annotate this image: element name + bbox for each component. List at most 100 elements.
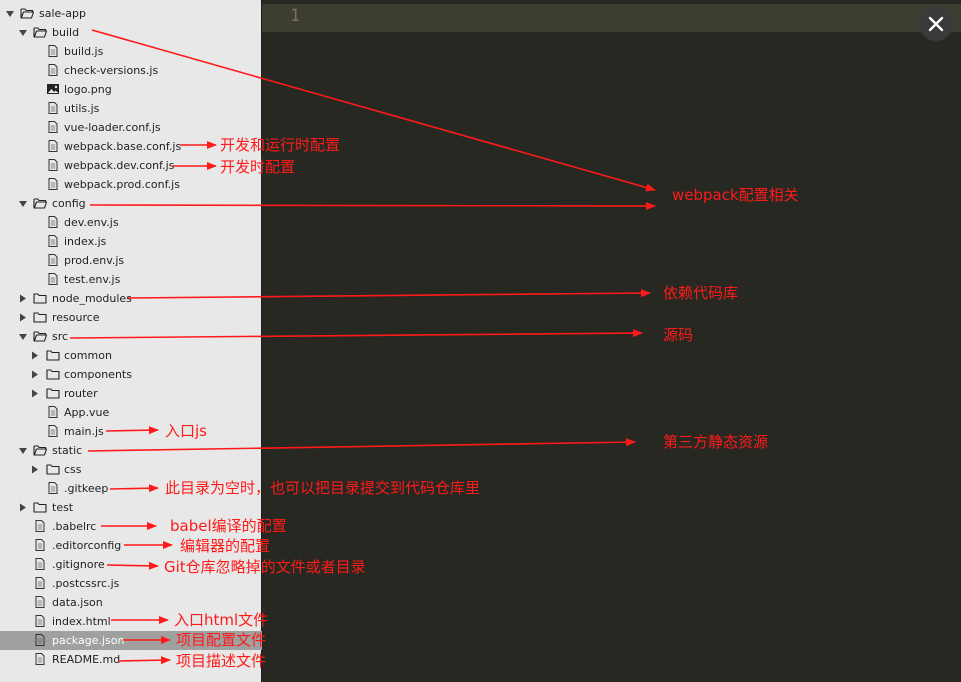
annotation-src: 源码 <box>663 326 694 344</box>
expand-arrow-down-icon[interactable] <box>18 327 28 346</box>
annotation-gitkeep: 此目录为空时，也可以把目录提交到代码仓库里 <box>165 479 481 497</box>
close-icon <box>928 16 944 32</box>
line-number: 1 <box>290 6 301 26</box>
folder-icon <box>46 462 60 476</box>
file-item[interactable]: check-versions.js <box>0 61 262 80</box>
folder-icon <box>46 386 60 400</box>
tree-item-label: webpack.prod.conf.js <box>64 178 180 191</box>
file-item[interactable]: data.json <box>0 593 262 612</box>
tree-item-label: check-versions.js <box>64 64 159 77</box>
expand-arrow-right-icon[interactable] <box>30 365 40 384</box>
tree-item-label: App.vue <box>64 406 110 419</box>
file-icon <box>33 595 47 609</box>
file-item[interactable]: prod.env.js <box>0 251 262 270</box>
file-item[interactable]: logo.png <box>0 80 262 99</box>
annotation-webpack-dev: 开发时配置 <box>220 158 296 176</box>
folder-item[interactable]: static <box>0 441 262 460</box>
expand-arrow-right-icon[interactable] <box>18 289 28 308</box>
annotation-static: 第三方静态资源 <box>663 433 769 451</box>
tree-item-label: config <box>52 197 86 210</box>
tree-item-label: sale-app <box>39 7 86 20</box>
file-item[interactable]: utils.js <box>0 99 262 118</box>
file-item[interactable]: App.vue <box>0 403 262 422</box>
tree-item-label: package.json <box>52 634 125 647</box>
file-icon <box>46 424 60 438</box>
editor-pane[interactable]: 1 <box>262 0 961 682</box>
file-item[interactable]: test.env.js <box>0 270 262 289</box>
file-item[interactable]: .postcssrc.js <box>0 574 262 593</box>
tree-item-label: node_modules <box>52 292 132 305</box>
file-icon <box>46 481 60 495</box>
folder-item[interactable]: router <box>0 384 262 403</box>
file-icon <box>33 557 47 571</box>
folder-item[interactable]: sale-app <box>0 4 262 23</box>
folder-item[interactable]: css <box>0 460 262 479</box>
folder-item[interactable]: config <box>0 194 262 213</box>
tree-item-label: build.js <box>64 45 104 58</box>
file-icon <box>46 120 60 134</box>
expand-arrow-right-icon[interactable] <box>30 346 40 365</box>
expand-arrow-right-icon[interactable] <box>30 460 40 479</box>
expand-arrow-right-icon[interactable] <box>18 308 28 327</box>
annotation-package: 项目配置文件 <box>176 631 267 649</box>
folder-item[interactable]: src <box>0 327 262 346</box>
folder-open-icon <box>33 443 48 457</box>
file-icon <box>33 519 47 533</box>
folder-open-icon <box>33 329 48 343</box>
folder-item[interactable]: components <box>0 365 262 384</box>
expand-arrow-right-icon[interactable] <box>30 384 40 403</box>
file-icon <box>33 576 47 590</box>
annotation-node-modules: 依赖代码库 <box>663 284 739 302</box>
file-item[interactable]: dev.env.js <box>0 213 262 232</box>
file-icon <box>46 405 60 419</box>
tree-item-label: .gitkeep <box>64 482 109 495</box>
folder-item[interactable]: resource <box>0 308 262 327</box>
expand-arrow-down-icon[interactable] <box>5 4 15 23</box>
folder-item[interactable]: build <box>0 23 262 42</box>
image-file-icon <box>46 82 60 96</box>
file-icon <box>33 652 47 666</box>
tree-item-label: dev.env.js <box>64 216 119 229</box>
file-item[interactable]: build.js <box>0 42 262 61</box>
file-item[interactable]: vue-loader.conf.js <box>0 118 262 137</box>
tree-item-label: static <box>52 444 83 457</box>
tree-item-label: webpack.dev.conf.js <box>64 159 175 172</box>
file-item[interactable]: webpack.prod.conf.js <box>0 175 262 194</box>
tree-item-label: css <box>64 463 82 476</box>
file-icon <box>33 614 47 628</box>
file-icon <box>46 234 60 248</box>
file-icon <box>46 215 60 229</box>
folder-icon <box>33 500 47 514</box>
folder-item[interactable]: test <box>0 498 262 517</box>
expand-arrow-down-icon[interactable] <box>18 23 28 42</box>
tree-item-label: resource <box>52 311 100 324</box>
folder-icon <box>33 310 47 324</box>
annotation-readme: 项目描述文件 <box>176 652 267 670</box>
tree-item-label: test <box>52 501 74 514</box>
tree-item-label: webpack.base.conf.js <box>64 140 182 153</box>
close-button[interactable] <box>919 7 953 41</box>
expand-arrow-right-icon[interactable] <box>18 498 28 517</box>
tree-item-label: vue-loader.conf.js <box>64 121 161 134</box>
folder-icon <box>46 367 60 381</box>
folder-item[interactable]: common <box>0 346 262 365</box>
tree-item-label: prod.env.js <box>64 254 125 267</box>
file-icon <box>46 139 60 153</box>
tree-item-label: index.html <box>52 615 111 628</box>
tree-item-label: .editorconfig <box>52 539 122 552</box>
file-icon <box>46 272 60 286</box>
file-icon <box>46 101 60 115</box>
annotation-gitignore: Git仓库忽略掉的文件或者目录 <box>164 558 366 576</box>
folder-item[interactable]: node_modules <box>0 289 262 308</box>
annotation-webpack-base: 开发和运行时配置 <box>220 136 341 154</box>
tree-item-label: .gitignore <box>52 558 105 571</box>
tree-item-label: README.md <box>52 653 121 666</box>
expand-arrow-down-icon[interactable] <box>18 441 28 460</box>
file-item[interactable]: index.js <box>0 232 262 251</box>
annotation-main: 入口js <box>165 422 207 440</box>
file-item[interactable]: main.js <box>0 422 262 441</box>
expand-arrow-down-icon[interactable] <box>18 194 28 213</box>
file-sidebar: sale-app build build.js check-versions.js lo… <box>0 0 262 682</box>
tree-item-label: build <box>52 26 80 39</box>
annotation-babelrc: babel编译的配置 <box>170 517 287 535</box>
